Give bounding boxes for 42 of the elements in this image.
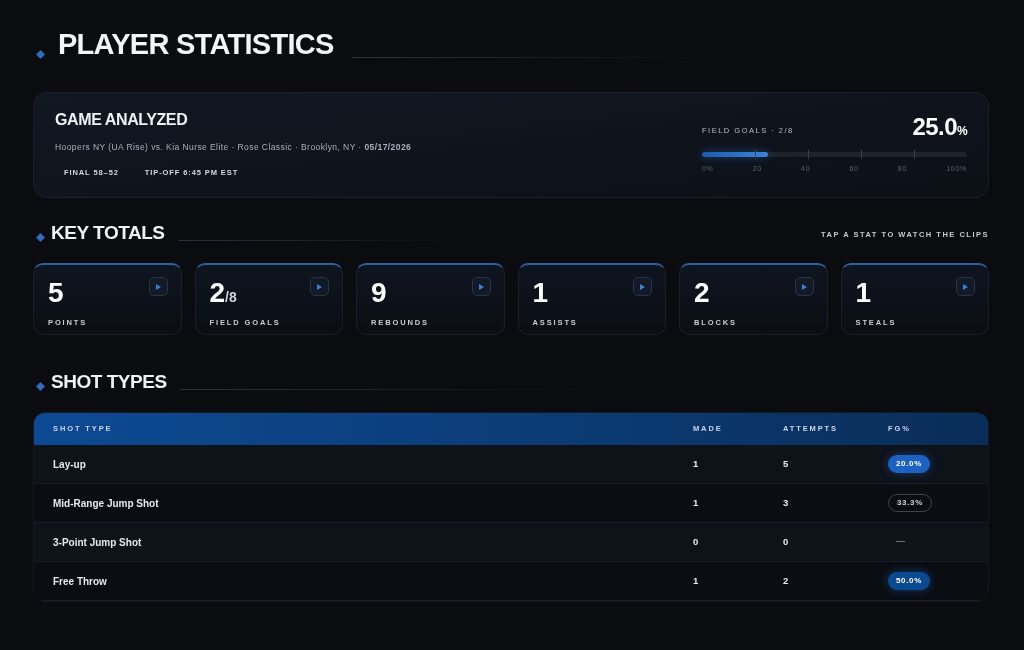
table-cell-text: 0 [693, 534, 700, 549]
table-cell-text: 2 [783, 573, 790, 588]
stat-value: 5 [48, 279, 64, 307]
play-icon [640, 283, 645, 290]
play-button[interactable] [148, 277, 168, 296]
play-button[interactable] [471, 277, 491, 296]
diamond-icon [36, 382, 45, 391]
diamond-icon [36, 50, 45, 59]
table-cell-text: 1 [693, 456, 700, 471]
game-details: Hoopers NY (UA Rise) vs. Kia Nurse Elite · Rose Classic · Brooklyn, NY · 05/17/2026 [55, 140, 412, 154]
play-icon [155, 283, 161, 290]
play-button[interactable] [310, 277, 329, 296]
table-cell-text: 5 [783, 456, 790, 471]
field-goal-percentage: 25.0% [912, 115, 967, 140]
table-cell-text: Mid-Range Jump Shot [53, 496, 160, 511]
table-cell-text: 0 [783, 534, 790, 549]
play-icon [478, 283, 484, 290]
stat-value: 2/8 [209, 279, 237, 307]
table-cell-text: 1 [693, 495, 700, 510]
table-cell-text: 1 [693, 573, 700, 588]
percentage-tag: 20.0% [888, 455, 930, 473]
stat-value: 1 [532, 279, 549, 307]
play-button[interactable] [794, 277, 814, 296]
percentage-tag: 50.0% [888, 572, 930, 590]
page-title: PLAYER STATISTICS [58, 30, 334, 59]
play-button[interactable] [633, 277, 652, 296]
stat-value: 1 [855, 279, 872, 307]
play-icon [317, 283, 322, 290]
empty-value: — [896, 535, 905, 549]
play-icon [963, 283, 968, 290]
stat-value: 2 [694, 279, 710, 307]
card-title: GAME ANALYZED [55, 111, 189, 128]
diamond-icon [36, 233, 45, 242]
play-button[interactable] [956, 277, 975, 296]
table-cell-text: 3 [783, 495, 790, 510]
section-title: SHOT TYPES [51, 372, 167, 391]
table-cell-text: 3-Point Jump Shot [53, 535, 143, 550]
section-title: KEY TOTALS [51, 223, 165, 242]
table-cell-text: Lay-up [53, 457, 87, 472]
stat-value: 9 [371, 279, 387, 307]
play-icon [801, 283, 807, 290]
table-cell-text: Free Throw [53, 574, 108, 589]
